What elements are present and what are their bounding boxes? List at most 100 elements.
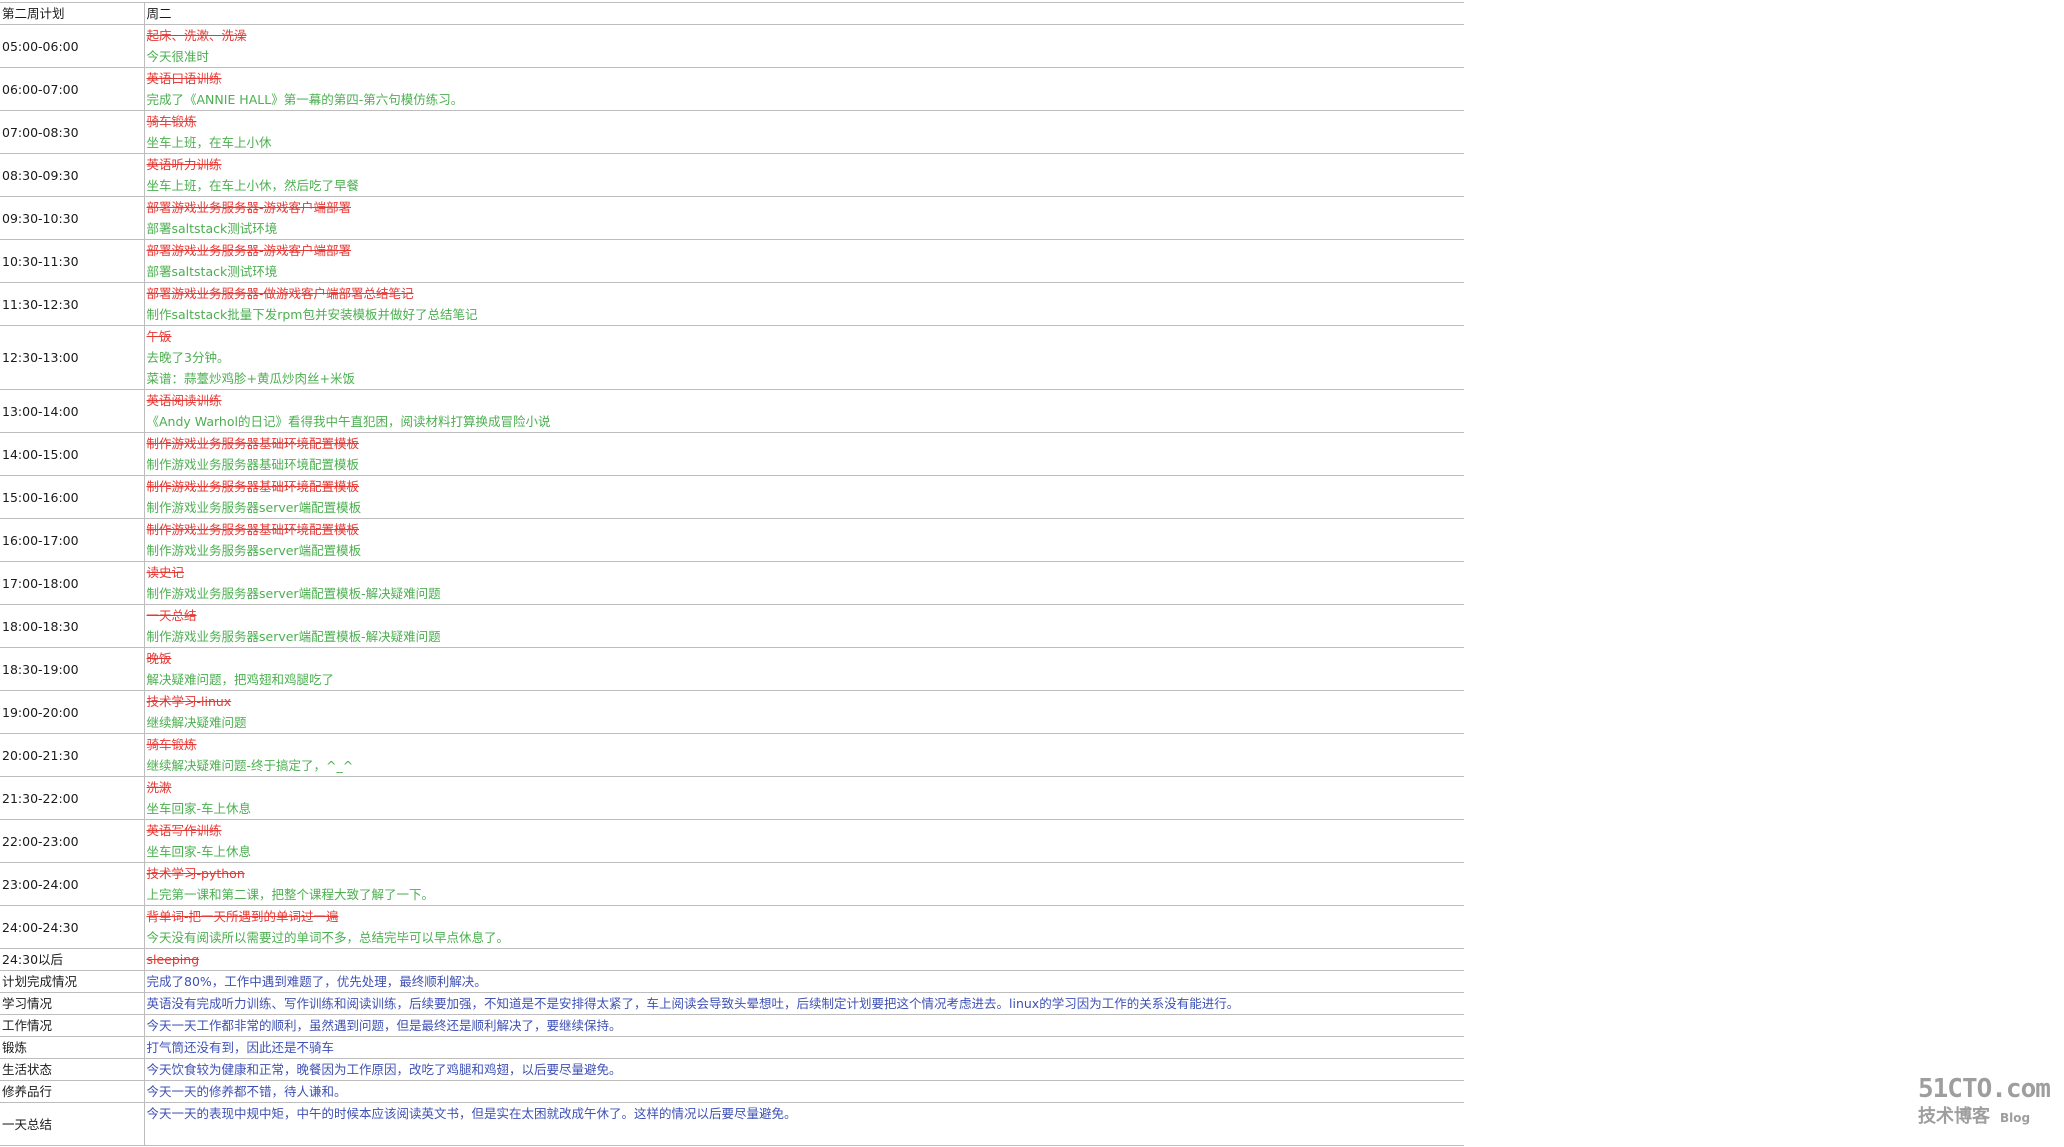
actual-result: 完成了《ANNIE HALL》第一幕的第四-第六句模仿练习。 bbox=[146, 92, 464, 107]
actual-result: 继续解决疑难问题 bbox=[146, 715, 247, 730]
schedule-row: 18:00-18:30 一天总结 制作游戏业务服务器server端配置模板-解决疑难… bbox=[0, 604, 1464, 648]
schedule-cell: 技术学习-python 上完第一课和第二课，把整个课程大致了解了一下。 bbox=[143, 862, 1464, 906]
time-slot-label: 16:00-17:00 bbox=[0, 518, 144, 562]
schedule-cell: 骑车锻炼坐车上班，在车上小休 bbox=[143, 110, 1464, 154]
summary-text: 完成了80%，工作中遇到难题了，优先处理，最终顺利解决。 bbox=[143, 970, 1464, 993]
time-slot-label: 24:00-24:30 bbox=[0, 905, 144, 949]
schedule-cell: 英语听力训练 坐车上班，在车上小休，然后吃了早餐 bbox=[143, 153, 1464, 197]
time-slot-label: 06:00-07:00 bbox=[0, 67, 144, 111]
summary-text: 打气筒还没有到，因此还是不骑车 bbox=[143, 1036, 1464, 1059]
summary-text: 今天饮食较为健康和正常，晚餐因为工作原因，改吃了鸡腿和鸡翅，以后要尽量避免。 bbox=[143, 1058, 1464, 1081]
time-slot-label: 12:30-13:00 bbox=[0, 325, 144, 390]
summary-label: 计划完成情况 bbox=[0, 970, 144, 993]
planned-task: 起床、洗漱、洗澡 bbox=[146, 28, 247, 43]
schedule-cell: 部署游戏业务服务器-做游戏客户端部署总结笔记 制作saltstack批量下发rpm… bbox=[143, 282, 1464, 326]
schedule-cell: 晚饭 解决疑难问题，把鸡翅和鸡腿吃了 bbox=[143, 647, 1464, 691]
time-slot-label: 09:30-10:30 bbox=[0, 196, 144, 240]
header-row: 第二周计划 周二 bbox=[0, 2, 1464, 25]
time-slot-label: 13:00-14:00 bbox=[0, 389, 144, 433]
schedule-cell: 部署游戏业务服务器-游戏客户端部署 部署saltstack测试环境 bbox=[143, 196, 1464, 240]
actual-result: 上完第一课和第二课，把整个课程大致了解了一下。 bbox=[146, 887, 435, 902]
planned-task: 部署游戏业务服务器-游戏客户端部署 bbox=[146, 200, 352, 215]
time-slot-label: 20:00-21:30 bbox=[0, 733, 144, 777]
schedule-row: 10:30-11:30 部署游戏业务服务器-游戏客户端部署 部署saltstack测… bbox=[0, 239, 1464, 283]
planned-task: 制作游戏业务服务器基础环境配置模板 bbox=[146, 522, 360, 537]
watermark-subtitle: 技术博客 Blog bbox=[1918, 1105, 2052, 1130]
actual-result: 坐车上班，在车上小休 bbox=[146, 135, 272, 150]
actual-result: 部署saltstack测试环境 bbox=[146, 264, 278, 279]
summary-text: 今天一天的修养都不错，待人谦和。 bbox=[143, 1080, 1464, 1103]
schedule-cell: 英语口语训练 完成了《ANNIE HALL》第一幕的第四-第六句模仿练习。 bbox=[143, 67, 1464, 111]
schedule-cell: 洗漱 坐车回家-车上休息 bbox=[143, 776, 1464, 820]
schedule-row: 12:30-13:00 午饭去晚了3分钟。菜谱：蒜薹炒鸡胗+黄瓜炒肉丝+米饭 bbox=[0, 325, 1464, 390]
planned-task: 英语阅读训练 bbox=[146, 393, 222, 408]
summary-text: 今天一天的表现中规中矩，中午的时候本应该阅读英文书，但是实在太困就改成午休了。这… bbox=[143, 1102, 1464, 1146]
planned-task: 技术学习-linux bbox=[146, 694, 232, 709]
actual-result: 去晚了3分钟。 bbox=[146, 350, 230, 365]
actual-result: 制作游戏业务服务器基础环境配置模板 bbox=[146, 457, 360, 472]
schedule-row: 07:00-08:30 骑车锻炼坐车上班，在车上小休 bbox=[0, 110, 1464, 154]
schedule-cell: 制作游戏业务服务器基础环境配置模板 制作游戏业务服务器基础环境配置模板 bbox=[143, 432, 1464, 476]
schedule-row: 21:30-22:00 洗漱 坐车回家-车上休息 bbox=[0, 776, 1464, 820]
schedule-row: 17:00-18:00 读史记 制作游戏业务服务器server端配置模板-解决疑难问… bbox=[0, 561, 1464, 605]
schedule-cell: 午饭去晚了3分钟。菜谱：蒜薹炒鸡胗+黄瓜炒肉丝+米饭 bbox=[143, 325, 1464, 390]
planned-task: 英语写作训练 bbox=[146, 823, 222, 838]
summary-row: 工作情况 今天一天工作都非常的顺利，虽然遇到问题，但是最终还是顺利解决了，要继续保… bbox=[0, 1014, 1464, 1037]
summary-row: 生活状态 今天饮食较为健康和正常，晚餐因为工作原因，改吃了鸡腿和鸡翅，以后要尽量避… bbox=[0, 1058, 1464, 1081]
schedule-cell: 技术学习-linux 继续解决疑难问题 bbox=[143, 690, 1464, 734]
planned-task: 背单词-把一天所遇到的单词过一遍 bbox=[146, 909, 339, 924]
summary-row: 一天总结 今天一天的表现中规中矩，中午的时候本应该阅读英文书，但是实在太困就改成午… bbox=[0, 1102, 1464, 1146]
schedule-row: 18:30-19:00 晚饭 解决疑难问题，把鸡翅和鸡腿吃了 bbox=[0, 647, 1464, 691]
schedule-cell: 制作游戏业务服务器基础环境配置模板 制作游戏业务服务器server端配置模板 bbox=[143, 518, 1464, 562]
actual-result: 菜谱：蒜薹炒鸡胗+黄瓜炒肉丝+米饭 bbox=[146, 371, 355, 386]
summary-label: 一天总结 bbox=[0, 1102, 144, 1146]
planned-task: 制作游戏业务服务器基础环境配置模板 bbox=[146, 436, 360, 451]
planned-task: 骑车锻炼 bbox=[146, 114, 197, 129]
actual-result: 今天很准时 bbox=[146, 49, 210, 64]
schedule-row: 05:00-06:00 起床、洗漱、洗澡 今天很准时 bbox=[0, 24, 1464, 68]
time-slot-label: 11:30-12:30 bbox=[0, 282, 144, 326]
time-slot-label: 07:00-08:30 bbox=[0, 110, 144, 154]
summary-row: 修养品行 今天一天的修养都不错，待人谦和。 bbox=[0, 1080, 1464, 1103]
schedule-row: 19:00-20:00 技术学习-linux 继续解决疑难问题 bbox=[0, 690, 1464, 734]
schedule-row: 24:00-24:30 背单词-把一天所遇到的单词过一遍 今天没有阅读所以需要过的单… bbox=[0, 905, 1464, 949]
schedule-row: 09:30-10:30 部署游戏业务服务器-游戏客户端部署 部署saltstack测… bbox=[0, 196, 1464, 240]
planned-task: 部署游戏业务服务器-游戏客户端部署 bbox=[146, 243, 352, 258]
planned-task: 读史记 bbox=[146, 565, 185, 580]
schedule-row: 20:00-21:30 骑车锻炼 继续解决疑难问题-终于搞定了，^_^ bbox=[0, 733, 1464, 777]
planned-task: 午饭 bbox=[146, 329, 172, 344]
planned-task: 英语听力训练 bbox=[146, 157, 222, 172]
schedule-row: 08:30-09:30 英语听力训练 坐车上班，在车上小休，然后吃了早餐 bbox=[0, 153, 1464, 197]
actual-result: 制作游戏业务服务器server端配置模板 bbox=[146, 543, 362, 558]
planned-task: 一天总结 bbox=[146, 608, 197, 623]
header-week-label: 第二周计划 bbox=[0, 2, 144, 25]
summary-row: 计划完成情况 完成了80%，工作中遇到难题了，优先处理，最终顺利解决。 bbox=[0, 970, 1464, 993]
schedule-cell: 部署游戏业务服务器-游戏客户端部署 部署saltstack测试环境 bbox=[143, 239, 1464, 283]
time-slot-label: 14:00-15:00 bbox=[0, 432, 144, 476]
schedule-cell: 读史记 制作游戏业务服务器server端配置模板-解决疑难问题 bbox=[143, 561, 1464, 605]
schedule-row: 11:30-12:30 部署游戏业务服务器-做游戏客户端部署总结笔记 制作salts… bbox=[0, 282, 1464, 326]
time-slot-label: 19:00-20:00 bbox=[0, 690, 144, 734]
actual-result: 部署saltstack测试环境 bbox=[146, 221, 278, 236]
time-slot-label: 18:00-18:30 bbox=[0, 604, 144, 648]
planned-task: 晚饭 bbox=[146, 651, 172, 666]
planned-task: sleeping bbox=[146, 952, 200, 967]
time-slot-label: 23:00-24:00 bbox=[0, 862, 144, 906]
schedule-row: 22:00-23:00 英语写作训练 坐车回家-车上休息 bbox=[0, 819, 1464, 863]
site-watermark-logo: 51CTO.com 技术博客 Blog bbox=[1918, 1073, 2052, 1135]
actual-result: 《Andy Warhol的日记》看得我中午直犯困，阅读材料打算换成冒险小说 bbox=[146, 414, 551, 429]
summary-text: 英语没有完成听力训练、写作训练和阅读训练，后续要加强，不知道是不是安排得太紧了，… bbox=[143, 992, 1464, 1015]
summary-label: 修养品行 bbox=[0, 1080, 144, 1103]
schedule-row: 23:00-24:00 技术学习-python 上完第一课和第二课，把整个课程大致了… bbox=[0, 862, 1464, 906]
summary-label: 锻炼 bbox=[0, 1036, 144, 1059]
schedule-row: 16:00-17:00 制作游戏业务服务器基础环境配置模板 制作游戏业务服务器ser… bbox=[0, 518, 1464, 562]
actual-result: 坐车回家-车上休息 bbox=[146, 844, 252, 859]
summary-row: 锻炼 打气筒还没有到，因此还是不骑车 bbox=[0, 1036, 1464, 1059]
actual-result: 制作saltstack批量下发rpm包并安装模板并做好了总结笔记 bbox=[146, 307, 478, 322]
header-day-label: 周二 bbox=[143, 2, 1464, 25]
actual-result: 制作游戏业务服务器server端配置模板 bbox=[146, 500, 362, 515]
schedule-row: 06:00-07:00 英语口语训练 完成了《ANNIE HALL》第一幕的第四-第… bbox=[0, 67, 1464, 111]
schedule-cell: 英语阅读训练《Andy Warhol的日记》看得我中午直犯困，阅读材料打算换成冒… bbox=[143, 389, 1464, 433]
weekly-plan-table: 第二周计划 周二 05:00-06:00 起床、洗漱、洗澡 今天很准时 06:00-0… bbox=[0, 2, 1464, 1146]
table-body: 第二周计划 周二 05:00-06:00 起床、洗漱、洗澡 今天很准时 06:00-0… bbox=[0, 2, 1464, 1146]
